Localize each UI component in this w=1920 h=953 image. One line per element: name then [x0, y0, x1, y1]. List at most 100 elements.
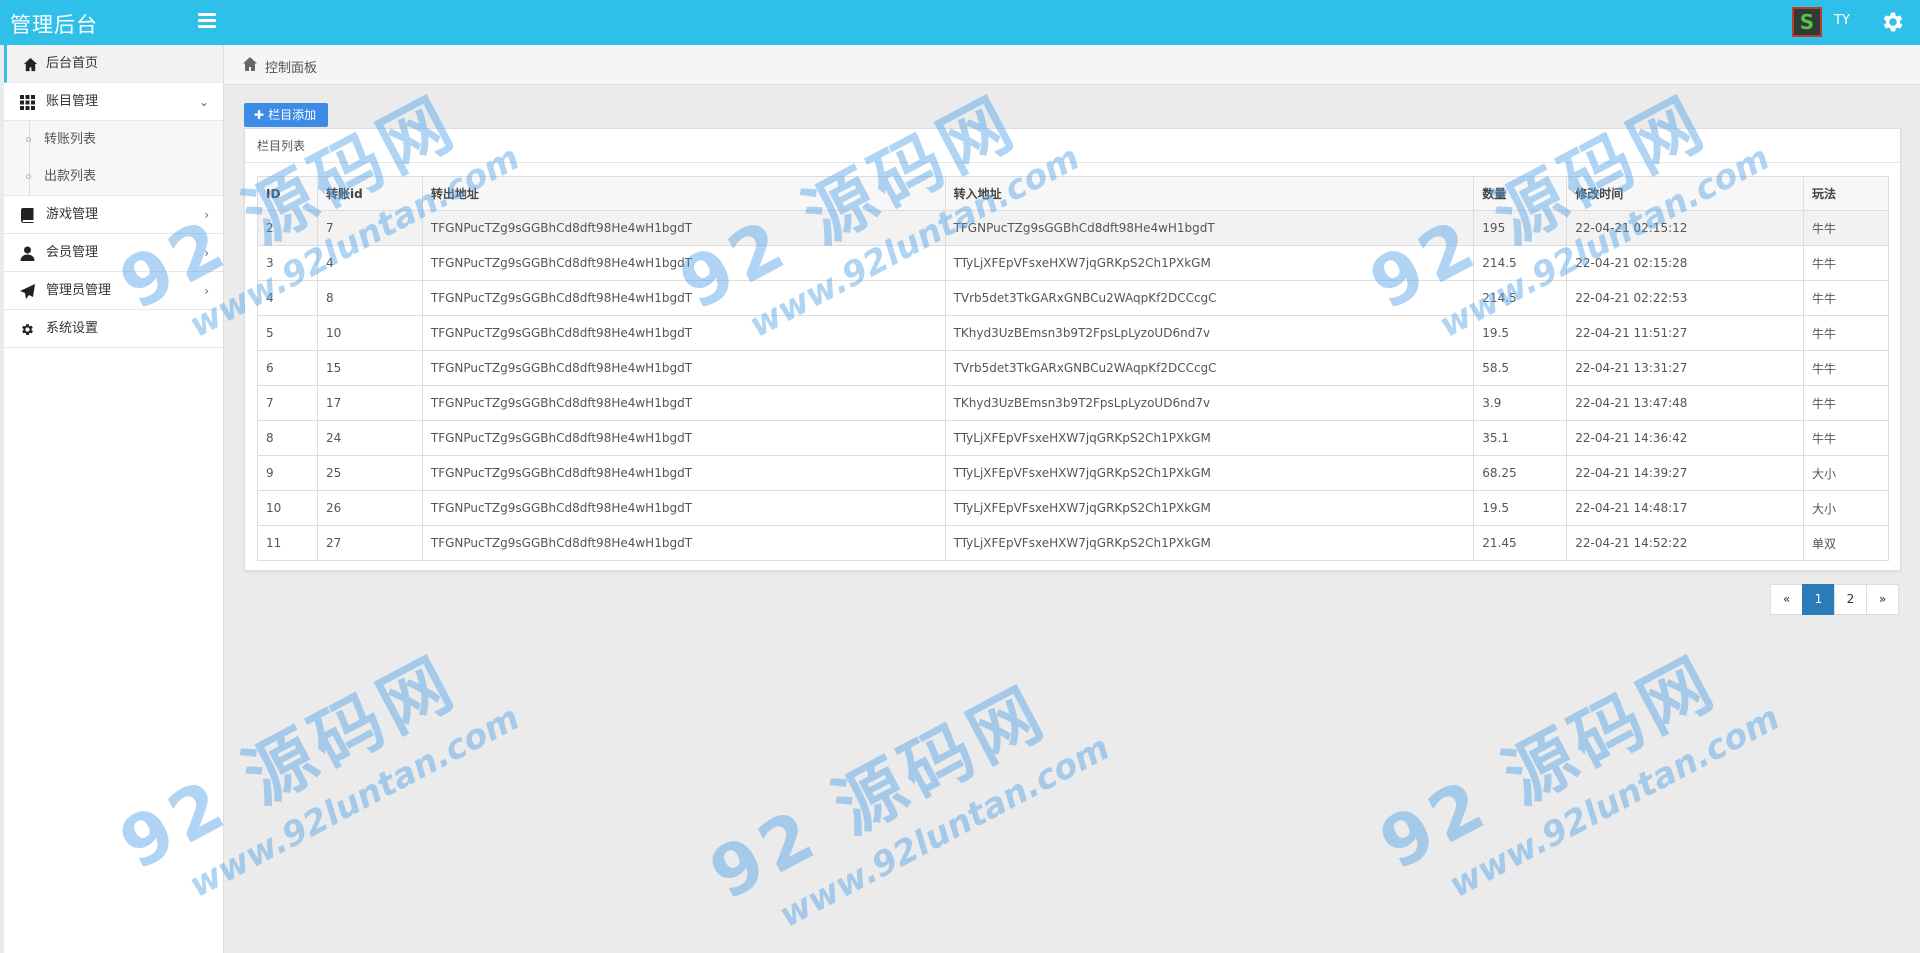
table-cell: 22-04-21 14:48:17 [1566, 490, 1805, 526]
table-cell: TTyLjXFEpVFsxeHXW7jqGRKpS2Ch1PXkGM [944, 245, 1475, 281]
sidebar-item-home[interactable]: 后台首页 [4, 45, 223, 83]
table-cell: TFGNPucTZg9sGGBhCd8dft98He4wH1bgdT [421, 490, 946, 526]
table-cell: 25 [316, 455, 423, 491]
pagination-prev[interactable]: « [1770, 584, 1803, 615]
sidebar: 后台首页 账目管理 ⌄ 转账列表 出款列表 游戏管理 › 会员管理 › 管理员管… [4, 45, 224, 953]
home-icon [23, 57, 38, 72]
table-cell: 195 [1473, 210, 1568, 246]
column-header: 数量 [1473, 176, 1568, 211]
table-row[interactable]: 2 7 TFGNPucTZg9sGGBhCd8dft98He4wH1bgdT TFGN… [257, 210, 1889, 246]
top-bar: 管理后台 S TY [0, 0, 1920, 45]
table-cell: TFGNPucTZg9sGGBhCd8dft98He4wH1bgdT [944, 210, 1475, 246]
table-row[interactable]: 11 27 TFGNPucTZg9sGGBhCd8dft98He4wH1bgdT TT… [257, 525, 1889, 561]
sidebar-item-label: 游戏管理 [46, 207, 99, 222]
table-cell: 7 [257, 385, 318, 421]
avatar[interactable]: S [1792, 7, 1822, 37]
breadcrumb: 控制面板 [224, 45, 1920, 85]
table-cell: TKhyd3UzBEmsn3b9T2FpsLpLyzoUD6nd7v [944, 315, 1475, 351]
send-icon [20, 284, 35, 299]
table-row[interactable]: 10 26 TFGNPucTZg9sGGBhCd8dft98He4wH1bgdT TT… [257, 490, 1889, 526]
table-cell: TFGNPucTZg9sGGBhCd8dft98He4wH1bgdT [421, 385, 946, 421]
table-cell: 牛牛 [1803, 385, 1889, 421]
sidebar-subitem-label: 转账列表 [44, 132, 97, 147]
add-column-button[interactable]: ✚ 栏目添加 [244, 103, 328, 127]
table-cell: 牛牛 [1803, 350, 1889, 386]
table-cell: TVrb5det3TkGARxGNBCu2WAqpKf2DCCcgC [944, 280, 1475, 316]
sidebar-item-games[interactable]: 游戏管理 › [4, 196, 223, 234]
table-cell: 15 [316, 350, 423, 386]
table-cell: TFGNPucTZg9sGGBhCd8dft98He4wH1bgdT [421, 210, 946, 246]
book-icon [20, 208, 34, 223]
table-cell: TTyLjXFEpVFsxeHXW7jqGRKpS2Ch1PXkGM [944, 420, 1475, 456]
table-cell: 26 [316, 490, 423, 526]
table-cell: 214.5 [1473, 280, 1568, 316]
table-row[interactable]: 7 17 TFGNPucTZg9sGGBhCd8dft98He4wH1bgdT TKh… [257, 385, 1889, 421]
table-cell: 3 [257, 245, 318, 281]
table-cell: 58.5 [1473, 350, 1568, 386]
sidebar-item-admins[interactable]: 管理员管理 › [4, 272, 223, 310]
table-cell: 10 [316, 315, 423, 351]
table-cell: 5 [257, 315, 318, 351]
table-cell: 27 [316, 525, 423, 561]
pagination-page[interactable]: 1 [1802, 584, 1835, 615]
table-cell: 22-04-21 02:15:12 [1566, 210, 1805, 246]
table-cell: 3.9 [1473, 385, 1568, 421]
add-column-label: 栏目添加 [268, 108, 317, 122]
table-cell: TTyLjXFEpVFsxeHXW7jqGRKpS2Ch1PXkGM [944, 490, 1475, 526]
bullet-icon [26, 174, 31, 179]
list-panel: 栏目列表 ID 转账id 转出地址 转入地址 数量 修改时间 玩法 2 7 TFGN… [244, 128, 1901, 571]
table-cell: 19.5 [1473, 315, 1568, 351]
sidebar-subitem-transfers[interactable]: 转账列表 [4, 121, 223, 158]
table-cell: 6 [257, 350, 318, 386]
table-cell: 牛牛 [1803, 420, 1889, 456]
gear-icon[interactable] [1880, 9, 1906, 35]
table-cell: TFGNPucTZg9sGGBhCd8dft98He4wH1bgdT [421, 455, 946, 491]
home-icon[interactable] [241, 56, 259, 72]
table-cell: 牛牛 [1803, 280, 1889, 316]
table-cell: 22-04-21 02:22:53 [1566, 280, 1805, 316]
table-cell: TKhyd3UzBEmsn3b9T2FpsLpLyzoUD6nd7v [944, 385, 1475, 421]
table-cell: 牛牛 [1803, 245, 1889, 281]
table-row[interactable]: 3 4 TFGNPucTZg9sGGBhCd8dft98He4wH1bgdT TTyL… [257, 245, 1889, 281]
table-cell: 4 [316, 245, 423, 281]
chevron-right-icon: › [204, 246, 209, 260]
table-row[interactable]: 5 10 TFGNPucTZg9sGGBhCd8dft98He4wH1bgdT TKh… [257, 315, 1889, 351]
table-row[interactable]: 4 8 TFGNPucTZg9sGGBhCd8dft98He4wH1bgdT TVrb… [257, 280, 1889, 316]
table-cell: TFGNPucTZg9sGGBhCd8dft98He4wH1bgdT [421, 420, 946, 456]
table-cell: 7 [316, 210, 423, 246]
sidebar-subitem-label: 出款列表 [44, 169, 97, 184]
table-cell: 22-04-21 14:52:22 [1566, 525, 1805, 561]
table-row[interactable]: 8 24 TFGNPucTZg9sGGBhCd8dft98He4wH1bgdT TTy… [257, 420, 1889, 456]
menu-toggle-icon[interactable] [198, 13, 216, 29]
chevron-right-icon: › [204, 284, 209, 298]
sidebar-item-accounts[interactable]: 账目管理 ⌄ [4, 83, 223, 121]
table-cell: 牛牛 [1803, 210, 1889, 246]
column-header: 玩法 [1803, 176, 1889, 211]
table-cell: 35.1 [1473, 420, 1568, 456]
table-cell: TFGNPucTZg9sGGBhCd8dft98He4wH1bgdT [421, 525, 946, 561]
table-cell: 大小 [1803, 490, 1889, 526]
username[interactable]: TY [1834, 13, 1850, 28]
pagination-next[interactable]: » [1866, 584, 1899, 615]
table-cell: 22-04-21 02:15:28 [1566, 245, 1805, 281]
pagination-page[interactable]: 2 [1834, 584, 1867, 615]
app-title: 管理后台 [10, 13, 98, 37]
table-cell: 24 [316, 420, 423, 456]
table-cell: 9 [257, 455, 318, 491]
column-header: ID [257, 176, 318, 211]
table-row[interactable]: 6 15 TFGNPucTZg9sGGBhCd8dft98He4wH1bgdT TVr… [257, 350, 1889, 386]
table-cell: 单双 [1803, 525, 1889, 561]
table-cell: TFGNPucTZg9sGGBhCd8dft98He4wH1bgdT [421, 280, 946, 316]
plus-icon: ✚ [254, 108, 265, 122]
table-cell: 8 [257, 420, 318, 456]
sidebar-item-settings[interactable]: 系统设置 [4, 310, 223, 348]
panel-title: 栏目列表 [245, 129, 1900, 163]
sidebar-item-members[interactable]: 会员管理 › [4, 234, 223, 272]
sidebar-subitem-payouts[interactable]: 出款列表 [4, 158, 223, 195]
breadcrumb-item[interactable]: 控制面板 [265, 57, 317, 76]
grid-icon [20, 95, 35, 110]
column-header: 转账id [316, 176, 423, 211]
table-cell: 214.5 [1473, 245, 1568, 281]
sidebar-item-label: 管理员管理 [46, 283, 112, 298]
table-row[interactable]: 9 25 TFGNPucTZg9sGGBhCd8dft98He4wH1bgdT TTy… [257, 455, 1889, 491]
